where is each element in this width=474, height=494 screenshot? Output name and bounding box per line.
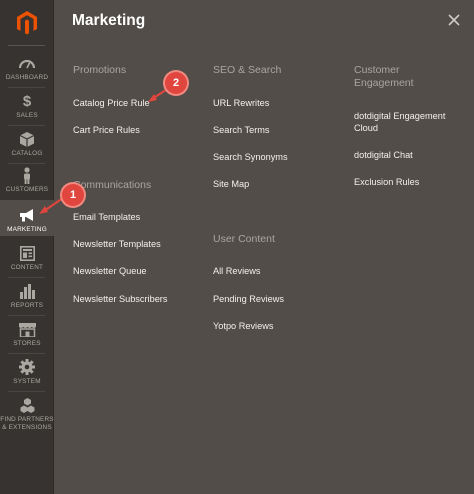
dashboard-icon [19, 54, 35, 72]
sidebar-item-catalog[interactable]: CATALOG [0, 130, 54, 158]
panel-title: Marketing [72, 12, 146, 29]
sidebar-item-label: CATALOG [11, 150, 43, 157]
nav-divider [8, 391, 45, 392]
sidebar-item-label: SALES [16, 112, 38, 119]
cubes-icon [20, 396, 35, 414]
content-icon [19, 244, 35, 262]
callout-badge-2: 2 [165, 72, 187, 94]
link-newsletter-templates[interactable]: Newsletter Templates [73, 238, 161, 250]
group-title-user-content: User Content [213, 233, 275, 245]
megaphone-icon [18, 206, 36, 224]
group-title-seo-search: SEO & Search [213, 64, 282, 76]
link-newsletter-subscribers[interactable]: Newsletter Subscribers [73, 293, 167, 305]
store-icon [18, 320, 36, 338]
sidebar-item-dashboard[interactable]: DASHBOARD [0, 54, 54, 82]
group-title-communications: Communications [73, 179, 152, 191]
sidebar-item-sales[interactable]: $ SALES [0, 92, 54, 120]
nav-divider [8, 353, 45, 354]
close-icon[interactable] [446, 12, 462, 28]
sidebar-item-find-partners[interactable]: FIND PARTNERS & EXTENSIONS [0, 396, 54, 432]
link-search-terms[interactable]: Search Terms [213, 124, 270, 136]
nav-divider [8, 87, 45, 88]
link-url-rewrites[interactable]: URL Rewrites [213, 97, 269, 109]
sidebar-item-label: SYSTEM [13, 378, 41, 385]
link-yotpo-reviews[interactable]: Yotpo Reviews [213, 320, 273, 332]
nav-divider [8, 163, 45, 164]
marketing-flyout-panel: Marketing Promotions Catalog Price Rule … [54, 0, 474, 494]
link-dotdigital-chat[interactable]: dotdigital Chat [354, 149, 413, 161]
sidebar-item-label-line1: FIND PARTNERS [0, 416, 54, 423]
nav-divider [8, 315, 45, 316]
group-title-customer-engagement-line2: Engagement [354, 77, 414, 89]
sidebar-item-label: REPORTS [10, 302, 44, 309]
link-pending-reviews[interactable]: Pending Reviews [213, 293, 284, 305]
sidebar-item-label: STORES [13, 340, 41, 347]
link-email-templates[interactable]: Email Templates [73, 211, 140, 223]
link-newsletter-queue[interactable]: Newsletter Queue [73, 265, 147, 277]
sidebar-item-label: CONTENT [10, 264, 44, 271]
admin-sidebar: DASHBOARD $ SALES CATALOG CUSTOMERS MARK… [0, 0, 54, 494]
gear-icon [19, 358, 35, 376]
link-site-map[interactable]: Site Map [213, 178, 249, 190]
link-all-reviews[interactable]: All Reviews [213, 265, 260, 277]
sidebar-item-label-line2: & EXTENSIONS [2, 424, 52, 431]
nav-divider [8, 277, 45, 278]
logo-divider [8, 45, 45, 46]
link-search-synonyms[interactable]: Search Synonyms [213, 151, 288, 163]
group-title-promotions: Promotions [73, 64, 127, 76]
bar-chart-icon [19, 282, 35, 300]
link-cart-price-rules[interactable]: Cart Price Rules [73, 124, 140, 136]
box-icon [20, 130, 34, 148]
link-catalog-price-rule[interactable]: Catalog Price Rule [73, 97, 150, 109]
sidebar-item-stores[interactable]: STORES [0, 320, 54, 348]
sidebar-item-system[interactable]: SYSTEM [0, 358, 54, 386]
sidebar-item-label: DASHBOARD [5, 74, 49, 81]
sidebar-item-label: MARKETING [7, 226, 47, 233]
nav-divider [8, 125, 45, 126]
callout-badge-1: 1 [62, 184, 84, 206]
magento-logo[interactable] [0, 0, 54, 46]
dollar-icon: $ [22, 92, 32, 110]
sidebar-item-label: CUSTOMERS [5, 186, 49, 193]
link-exclusion-rules[interactable]: Exclusion Rules [354, 176, 419, 188]
group-title-customer-engagement-line1: Customer [354, 64, 400, 76]
link-dotdigital-engagement-cloud[interactable]: dotdigital Engagement Cloud [354, 110, 459, 134]
sidebar-item-reports[interactable]: REPORTS [0, 282, 54, 310]
sidebar-item-customers[interactable]: CUSTOMERS [0, 166, 54, 194]
sidebar-item-content[interactable]: CONTENT [0, 244, 54, 272]
person-icon [22, 166, 32, 184]
sidebar-item-marketing[interactable]: MARKETING [0, 200, 54, 236]
